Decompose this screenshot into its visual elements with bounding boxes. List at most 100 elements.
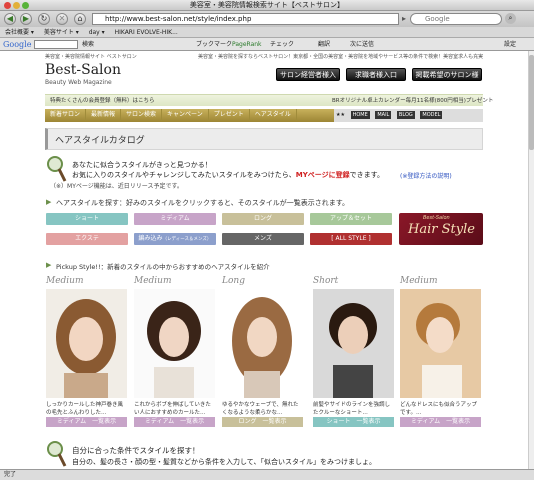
nav-new-salons[interactable]: 新着サロン (45, 109, 87, 121)
search-icon[interactable]: ⌕ (505, 13, 516, 24)
list-medium-button[interactable]: ミディアム 一覧表示 (134, 417, 215, 427)
nav-salon-search[interactable]: サロン検索 (121, 109, 163, 121)
home-link[interactable]: HOME (350, 111, 370, 119)
condition-search-heading: 自分に合った条件でスタイルを探す！ (72, 446, 200, 455)
intro-line: あなたに似合うスタイルがきっと見つかる！ (72, 161, 212, 169)
pickup-photo-1[interactable] (46, 289, 127, 398)
intro-line-2: お気に入りのスタイルやチャレンジしてみたいスタイルをみつけたら、MYページに登録… (72, 170, 384, 180)
nav-campaign[interactable]: キャンペーン (162, 109, 209, 121)
pickup-photo-4[interactable] (313, 289, 394, 398)
forward-icon[interactable]: ▶ (20, 13, 32, 25)
style-type-label: Medium (46, 276, 84, 286)
pickup-caption: しっかりカールした神戸巻き風の毛先とふんわりした… (46, 402, 124, 416)
site-tagline: 美容室・美容院情報サイト ベストサロン (45, 54, 137, 60)
registration-help-link[interactable]: (※登録方法の説明) (400, 171, 452, 180)
braid-label: 編み込み (138, 235, 163, 242)
zoom-window-icon[interactable] (22, 2, 29, 9)
google-search-button[interactable]: 検索 (82, 38, 94, 51)
spell-check-button[interactable]: チェック (270, 38, 294, 51)
window-titlebar: 美容室・美容院情報検索サイト【ベストサロン】 (0, 0, 534, 11)
listing-request-button[interactable]: 掲載希望のサロン様 (412, 68, 482, 81)
pickup-caption: ゆるやかなウェーブで、無れたくなるような柔らかな… (222, 402, 299, 416)
utility-icons: ★★ HOME MAIL BLOG MODEL (334, 109, 483, 122)
bullet-icon: ▶ (46, 261, 52, 269)
bookmarks-bar: 会社概要 ▾ 美容サイト ▾ day ▾ HIKARI EVOLVE-HIK..… (0, 27, 534, 38)
member-signup-link[interactable]: 特典たくさんの会員登録（無料）はこちら (50, 96, 155, 104)
star-icon: ★★ (336, 112, 345, 118)
google-search-input[interactable] (34, 40, 78, 49)
mypage-note: （※）MYページ機能は、近日リリース予定です。 (50, 183, 183, 190)
home-icon[interactable]: ⌂ (74, 13, 86, 25)
list-long-button[interactable]: ロング 一覧表示 (222, 417, 303, 427)
model-link[interactable]: MODEL (420, 111, 443, 119)
nav-present[interactable]: プレゼント (209, 109, 250, 121)
nav-latest-info[interactable]: 最新情報 (86, 109, 122, 121)
reload-icon[interactable]: ↻ (38, 13, 50, 25)
back-icon[interactable]: ◀ (4, 13, 16, 25)
category-upset-button[interactable]: アップ＆セット (310, 213, 392, 225)
bookmark-folder[interactable]: 会社概要 ▾ (5, 29, 34, 36)
bookmark-menu[interactable]: ブックマーク (196, 38, 232, 51)
magnifier-icon (47, 156, 67, 182)
send-to-button[interactable]: 次に送信 (350, 38, 374, 51)
style-type-label: Short (313, 276, 339, 286)
pickup-heading: Pickup Style!!：新着のスタイルの中からおすすめのヘアスタイルを紹介 (56, 263, 270, 271)
banner-site-name: Best-Salon (423, 215, 450, 221)
window-title: 美容室・美容院情報検索サイト【ベストサロン】 (189, 1, 345, 9)
nav-hairstyle[interactable]: ヘアスタイル (250, 109, 297, 121)
bookmark-folder[interactable]: 美容サイト ▾ (44, 29, 79, 36)
banner-title: Hair Style (408, 222, 475, 237)
site-logo-subtitle: Beauty Web Magazine (45, 79, 112, 86)
category-braid-button[interactable]: 編み込み（レディース＆メンズ） (134, 233, 216, 245)
pickup-caption: 前髪やサイドのラインを強調したクルーなショート… (313, 402, 391, 416)
translate-button[interactable]: 翻訳 (318, 38, 330, 51)
job-seeker-entrance-button[interactable]: 求職者様入口 (346, 68, 406, 81)
settings-button[interactable]: 設定 (504, 38, 516, 51)
condition-search-description: 自分の、髪の長さ・顔の型・髪質などから条件を入力して、「似合いスタイル」をみつけ… (72, 458, 376, 466)
address-bar[interactable]: http://www.best-salon.net/style/index.ph… (92, 13, 399, 25)
bookmark-link[interactable]: HIKARI EVOLVE-HIK... (115, 29, 178, 36)
page-title: ヘアスタイルカタログ (55, 136, 145, 146)
bookmark-folder[interactable]: day ▾ (89, 29, 105, 36)
blog-link[interactable]: BLOG (396, 111, 415, 119)
calendar-present-link[interactable]: BRオリジナル卓上カレンダー毎月11名様(800円相当)プレゼント (332, 96, 493, 104)
site-logo[interactable]: Best-Salon (45, 62, 121, 78)
mypage-register-text: MYページに登録 (295, 171, 350, 179)
go-icon[interactable]: ▸ (402, 14, 406, 23)
style-type-label: Medium (400, 276, 438, 286)
browser-search-input[interactable]: Google (410, 13, 502, 25)
category-short-button[interactable]: ショート (46, 213, 128, 225)
style-type-label: Long (222, 276, 245, 286)
list-medium-button[interactable]: ミディアム 一覧表示 (46, 417, 127, 427)
intro-text-end: できます。 (349, 171, 384, 179)
list-medium-button[interactable]: ミディアム 一覧表示 (400, 417, 481, 427)
intro-text: お気に入りのスタイルやチャレンジしてみたいスタイルをみつけたら、 (72, 171, 296, 179)
category-medium-button[interactable]: ミディアム (134, 213, 216, 225)
pickup-caption: これからボブを伸ばしていきたい人におすすめのカールた… (134, 402, 211, 416)
stop-icon[interactable]: ✕ (56, 13, 68, 25)
style-type-label: Medium (134, 276, 172, 286)
google-toolbar: Google 検索 ブックマーク PageRank チェック 翻訳 次に送信 設… (0, 38, 534, 51)
category-extension-button[interactable]: エクステ (46, 233, 128, 245)
search-heading: ヘアスタイルを探す：好みのスタイルをクリックすると、そのスタイルが一覧表示されま… (56, 199, 350, 207)
braid-sub-label: （レディース＆メンズ） (162, 237, 212, 242)
magnifier-icon (47, 441, 67, 467)
category-mens-button[interactable]: メンズ (222, 233, 304, 245)
salon-owner-entrance-button[interactable]: サロン経営者様入口 (276, 68, 340, 92)
pagerank-indicator: PageRank (232, 41, 262, 48)
pickup-photo-5[interactable] (400, 289, 481, 398)
close-window-icon[interactable] (4, 2, 11, 9)
mail-link[interactable]: MAIL (375, 111, 392, 119)
google-logo: Google (3, 40, 32, 49)
category-all-button[interactable]: [ ALL STYLE ] (310, 233, 392, 245)
bullet-icon: ▶ (46, 198, 52, 206)
site-description: 美容室・美容院を探すならベストサロン！東京都・全国の美容室・美容院を地域やサービ… (198, 54, 484, 60)
minimize-window-icon[interactable] (13, 2, 20, 9)
pickup-caption: どんなドレスにも似合うアップです。… (400, 402, 478, 416)
scrollbar-thumb[interactable] (529, 55, 534, 150)
pickup-photo-2[interactable] (134, 289, 215, 398)
pickup-photo-3[interactable] (222, 289, 303, 398)
status-bar: 完了 (0, 469, 534, 480)
list-short-button[interactable]: ショート 一覧表示 (313, 417, 394, 427)
category-long-button[interactable]: ロング (222, 213, 304, 225)
